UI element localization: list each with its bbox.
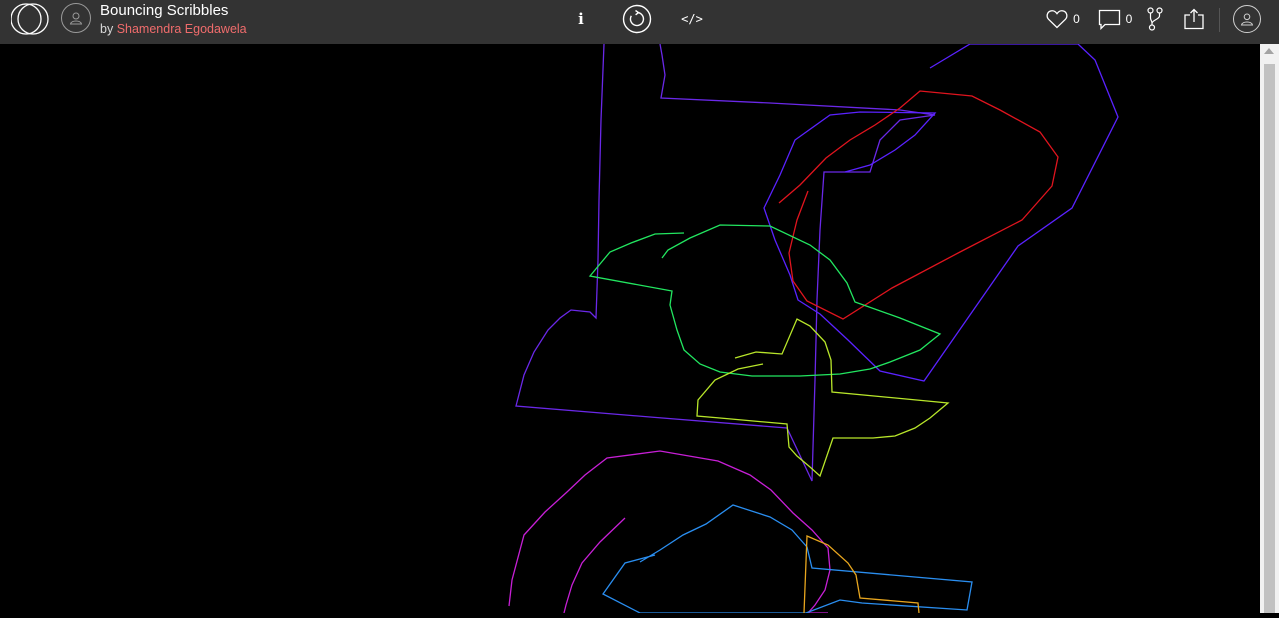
user-menu-button[interactable]: [1231, 0, 1263, 38]
author-link[interactable]: Shamendra Egodawela: [117, 22, 247, 36]
comment-icon: [1098, 9, 1120, 30]
scribble-orange: [803, 535, 920, 614]
code-button[interactable]: </>: [681, 0, 703, 38]
share-button[interactable]: [1182, 0, 1206, 38]
byline: by Shamendra Egodawela: [100, 21, 247, 37]
info-button[interactable]: i: [574, 0, 588, 38]
scribble-drawing: [508, 43, 1119, 614]
scribble-green: [588, 224, 942, 377]
comment-button[interactable]: 0: [1095, 0, 1135, 38]
scribble-magenta-tail: [563, 517, 626, 614]
byline-prefix: by: [100, 22, 114, 36]
top-bar: Bouncing Scribbles by Shamendra Egodawel…: [0, 0, 1279, 44]
scribble-magenta: [508, 450, 831, 614]
author-avatar-icon[interactable]: [61, 3, 91, 33]
logo-icon[interactable]: [10, 2, 49, 36]
title-block: Bouncing Scribbles by Shamendra Egodawel…: [100, 2, 247, 37]
scribble-indigo: [763, 43, 1119, 382]
scroll-thumb[interactable]: [1264, 64, 1275, 613]
scribble-red: [778, 90, 1059, 320]
scroll-up-arrow-icon[interactable]: [1264, 48, 1274, 54]
sketch-canvas[interactable]: [0, 43, 1260, 614]
heart-icon: [1046, 10, 1068, 29]
toolbar-divider: [1219, 8, 1220, 32]
restart-icon: [622, 4, 652, 34]
fork-button[interactable]: [1145, 0, 1165, 38]
like-count: 0: [1073, 12, 1080, 26]
restart-button[interactable]: [621, 0, 653, 38]
fork-icon: [1147, 7, 1163, 31]
scribble-lime: [696, 318, 950, 478]
scribble-blue: [602, 504, 973, 614]
user-icon: [1233, 5, 1261, 33]
comment-count: 0: [1125, 12, 1133, 26]
page-title: Bouncing Scribbles: [100, 2, 229, 19]
like-button[interactable]: 0: [1043, 0, 1083, 38]
share-icon: [1184, 8, 1204, 30]
vertical-scrollbar[interactable]: [1260, 44, 1279, 613]
scribble-violet: [515, 43, 936, 482]
